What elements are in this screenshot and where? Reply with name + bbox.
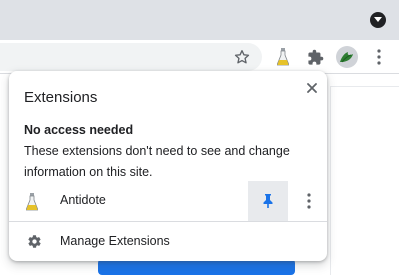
flask-icon (25, 193, 42, 211)
flask-icon[interactable] (270, 44, 296, 70)
close-icon[interactable] (301, 77, 323, 99)
tab-strip (0, 0, 399, 40)
page-panel (330, 86, 399, 275)
section-heading: No access needed (24, 123, 134, 137)
manage-extensions-label: Manage Extensions (60, 234, 170, 248)
manage-extensions-button[interactable]: Manage Extensions (9, 222, 327, 261)
avatar-icon[interactable] (334, 44, 360, 70)
extensions-popup: Extensions No access needed These extens… (9, 71, 327, 261)
page-button[interactable] (98, 259, 295, 275)
chevron-down-icon[interactable] (370, 12, 386, 28)
extension-name: Antidote (60, 193, 106, 207)
address-bar[interactable] (0, 43, 262, 71)
puzzle-icon[interactable] (302, 44, 328, 70)
browser-toolbar (0, 40, 399, 74)
gear-icon (27, 234, 42, 249)
pin-button[interactable] (248, 181, 288, 221)
star-icon[interactable] (229, 44, 255, 70)
popup-title: Extensions (24, 89, 98, 106)
pin-icon (263, 194, 273, 208)
section-description: These extensions don't need to see and c… (24, 144, 290, 179)
vertical-dots-icon[interactable] (297, 189, 321, 213)
extension-row-antidote[interactable]: Antidote (9, 181, 327, 221)
vertical-dots-icon[interactable] (366, 44, 392, 70)
